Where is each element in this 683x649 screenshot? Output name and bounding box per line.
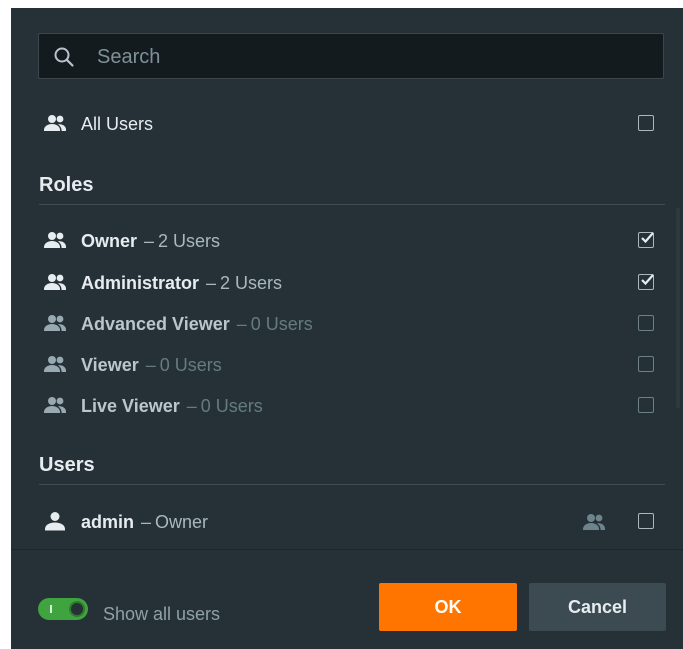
search-box[interactable] — [38, 33, 664, 80]
role-checkbox-advanced-viewer[interactable] — [638, 315, 654, 331]
role-user-count: 0 Users — [159, 355, 222, 375]
role-user-count: 0 Users — [200, 396, 263, 416]
users-group-icon — [583, 512, 607, 539]
dialog-footer: Show all users OK Cancel — [11, 550, 683, 649]
ok-button[interactable]: OK — [379, 583, 517, 631]
role-row-administrator[interactable]: Administrator –2 Users — [11, 263, 683, 303]
roles-title: Roles — [39, 174, 94, 196]
role-dash: – — [145, 355, 156, 375]
checkbox-checked-icon — [641, 232, 654, 244]
user-name: admin — [81, 512, 135, 532]
users-group-icon — [44, 230, 68, 252]
user-role-picker-dialog: All Users Roles Owner–2 Users Administra… — [11, 8, 683, 649]
cancel-button[interactable]: Cancel — [529, 583, 666, 631]
users-group-icon — [44, 313, 68, 335]
role-checkbox-administrator[interactable] — [638, 274, 654, 290]
role-dash: – — [236, 314, 247, 334]
users-group-icon — [44, 113, 68, 135]
role-checkbox-owner[interactable] — [638, 232, 654, 248]
toggle-on-mark — [50, 605, 52, 613]
role-name: Advanced Viewer — [81, 314, 230, 334]
role-dash: – — [144, 231, 155, 251]
users-section-header: Users — [39, 454, 665, 485]
users-group-icon — [44, 354, 68, 376]
roles-section-header: Roles — [39, 174, 665, 205]
role-row-viewer[interactable]: Viewer –0 Users — [11, 345, 683, 385]
all-users-row[interactable]: All Users — [11, 104, 683, 144]
users-group-icon — [44, 395, 68, 417]
role-user-count: 2 Users — [220, 273, 283, 293]
show-all-users-label: Show all users — [103, 604, 221, 624]
role-user-count: 2 Users — [158, 231, 221, 251]
users-group-icon — [44, 272, 68, 294]
role-name: Administrator — [81, 273, 200, 293]
role-row-owner[interactable]: Owner –2 Users — [11, 221, 683, 261]
role-dash: – — [186, 396, 197, 416]
all-users-checkbox[interactable] — [638, 115, 654, 131]
role-name: Owner — [81, 231, 138, 251]
role-row-advanced-viewer[interactable]: Advanced Viewer –0 Users — [11, 304, 683, 344]
role-name: Live Viewer — [81, 396, 180, 416]
role-dash: – — [206, 273, 217, 293]
user-role: Owner — [155, 512, 209, 532]
user-checkbox-admin[interactable] — [638, 513, 654, 529]
search-input[interactable] — [95, 34, 639, 80]
role-checkbox-viewer[interactable] — [638, 356, 654, 372]
scrollbar[interactable] — [676, 208, 680, 408]
toggle-knob — [69, 601, 85, 617]
user-row-admin[interactable]: admin – Owner — [11, 502, 683, 542]
user-icon — [44, 511, 68, 533]
all-users-label: All Users — [81, 114, 154, 134]
user-dash: – — [141, 512, 152, 532]
role-user-count: 0 Users — [250, 314, 313, 334]
show-all-users-toggle[interactable] — [38, 598, 88, 620]
role-checkbox-live-viewer[interactable] — [638, 397, 654, 413]
role-row-live-viewer[interactable]: Live Viewer –0 Users — [11, 386, 683, 426]
checkbox-checked-icon — [641, 274, 654, 286]
search-icon — [53, 46, 75, 68]
users-title: Users — [39, 454, 95, 476]
role-name: Viewer — [81, 355, 139, 375]
